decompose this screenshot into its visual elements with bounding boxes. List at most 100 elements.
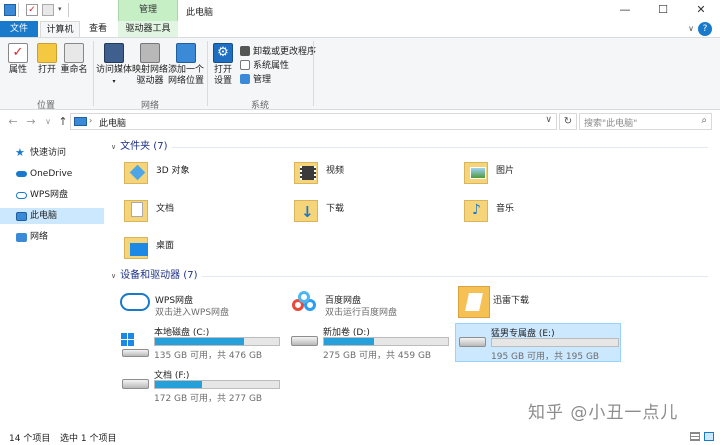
map-drive-label-line1: 映射网络	[132, 65, 169, 75]
sidebar-item-wps[interactable]: WPS网盘	[0, 187, 104, 203]
drive-d[interactable]: 新加卷 (D:) 275 GB 可用，共 459 GB	[288, 323, 458, 361]
folder-pictures[interactable]: 图片	[462, 158, 582, 191]
expand-ribbon-icon[interactable]: ∨	[688, 24, 694, 33]
sidebar-item-onedrive[interactable]: OneDrive	[0, 166, 104, 182]
sidebar-item-quick-access[interactable]: ★ 快速访问	[0, 145, 104, 161]
chevron-down-icon: ∨	[111, 143, 117, 151]
drive-c[interactable]: 本地磁盘 (C:) 135 GB 可用，共 476 GB	[119, 323, 289, 361]
status-bar: 14 个项目 选中 1 个项目	[0, 428, 720, 445]
devices-section-header[interactable]: ∨ 设备和驱动器 (7)	[111, 269, 197, 283]
back-button[interactable]: ←	[6, 115, 20, 129]
forward-button[interactable]: →	[24, 115, 38, 129]
open-label: 打开	[37, 65, 56, 75]
folders-section-header[interactable]: ∨ 文件夹 (7)	[111, 140, 167, 154]
uninstall-programs-button[interactable]: 卸载或更改程序	[240, 44, 316, 57]
computer-icon	[16, 212, 27, 221]
watermark: 知乎 @小丑一点儿	[528, 403, 679, 423]
add-network-location-button[interactable]: 添加一个 网络位置	[168, 43, 204, 87]
folder-3d-objects[interactable]: 3D 对象	[122, 158, 242, 191]
selected-count: 选中 1 个项目	[60, 434, 117, 444]
drive-space-info: 172 GB 可用，共 277 GB	[154, 394, 263, 404]
folder-music[interactable]: ♪ 音乐	[462, 196, 582, 229]
maximize-button[interactable]: ☐	[644, 0, 682, 21]
large-icons-view-icon[interactable]	[704, 432, 714, 441]
wps-cloud-item[interactable]: WPS网盘 双击进入WPS网盘	[120, 289, 280, 319]
properties-quick-icon[interactable]: ✓	[26, 4, 38, 16]
access-media-button[interactable]: 访问媒体 ▾	[96, 43, 132, 87]
access-media-label: 访问媒体	[96, 65, 133, 75]
new-folder-quick-icon[interactable]	[42, 4, 54, 16]
computer-icon	[74, 117, 87, 126]
hard-drive-icon	[459, 337, 486, 347]
system-properties-button[interactable]: 系统属性	[240, 58, 289, 71]
3d-objects-folder-icon	[122, 158, 150, 188]
address-path[interactable]: 此电脑	[99, 116, 126, 129]
folder-name: 桌面	[156, 241, 175, 251]
close-button[interactable]: ✕	[682, 0, 720, 21]
divider	[93, 41, 94, 106]
computer-icon[interactable]	[4, 4, 16, 16]
map-network-drive-button[interactable]: 映射网络 驱动器	[132, 43, 168, 87]
properties-button[interactable]: ✓ 属性	[4, 43, 32, 76]
folder-downloads[interactable]: ↓ 下载	[292, 196, 412, 229]
rename-button[interactable]: 重命名	[60, 43, 88, 76]
navigation-bar: ← → ∨ ↑ › 此电脑 ∨ ↻ 搜索"此电脑" ⌕	[0, 111, 720, 133]
folder-name: 3D 对象	[156, 166, 190, 176]
tab-drive-tools[interactable]: 驱动器工具	[118, 21, 178, 37]
help-button[interactable]: ?	[698, 22, 712, 36]
drive-usage-fill	[324, 338, 374, 345]
network-location-icon	[176, 43, 196, 63]
manage-button[interactable]: 管理	[240, 72, 271, 85]
videos-folder-icon	[292, 158, 320, 188]
sidebar-item-label: OneDrive	[30, 169, 73, 179]
music-folder-icon: ♪	[462, 196, 490, 226]
folder-videos[interactable]: 视频	[292, 158, 412, 191]
map-drive-label-line2: 驱动器	[136, 76, 164, 86]
chevron-right-icon[interactable]: ›	[89, 116, 92, 125]
uninstall-label: 卸载或更改程序	[253, 47, 317, 57]
open-folder-icon	[37, 43, 57, 63]
tab-view[interactable]: 查看	[82, 21, 114, 37]
uninstall-icon	[240, 45, 250, 56]
folder-desktop[interactable]: 桌面	[122, 233, 242, 266]
location-group-label: 位置	[36, 101, 55, 111]
address-bar[interactable]: › 此电脑 ∨	[70, 113, 557, 130]
folder-documents[interactable]: 文档	[122, 196, 242, 229]
search-box[interactable]: 搜索"此电脑" ⌕	[579, 113, 712, 130]
tab-file[interactable]: 文件	[0, 21, 38, 37]
sidebar-item-this-pc[interactable]: 此电脑	[0, 208, 104, 224]
open-button[interactable]: 打开	[33, 43, 61, 76]
address-dropdown-button[interactable]: ∨	[545, 115, 552, 125]
thunder-download-item[interactable]: 迅雷下载	[458, 286, 618, 320]
drive-f[interactable]: 文档 (F:) 172 GB 可用，共 277 GB	[119, 366, 289, 404]
cloud-item-desc: 双击进入WPS网盘	[155, 308, 230, 318]
section-title: 文件夹 (7)	[120, 141, 168, 152]
search-icon[interactable]: ⌕	[701, 115, 707, 126]
search-input[interactable]: 搜索"此电脑"	[584, 116, 637, 129]
add-location-label-line1: 添加一个	[168, 65, 205, 75]
refresh-button[interactable]: ↻	[559, 113, 577, 130]
open-settings-button[interactable]: ⚙ 打开 设置	[210, 43, 236, 87]
minimize-button[interactable]: —	[606, 0, 644, 21]
tab-computer[interactable]: 计算机	[40, 21, 80, 37]
divider	[18, 3, 19, 17]
up-button[interactable]: ↑	[56, 115, 70, 129]
title-bar: ✓ ▾ 管理 此电脑 — ☐ ✕	[0, 0, 720, 21]
folder-name: 视频	[326, 166, 345, 176]
network-icon	[16, 233, 27, 242]
sidebar-item-network[interactable]: 网络	[0, 229, 104, 245]
drive-e[interactable]: 猛男专属盘 (E:) 195 GB 可用，共 195 GB	[455, 323, 621, 362]
recent-locations-button[interactable]: ∨	[41, 115, 55, 129]
baidu-netdisk-item[interactable]: 百度网盘 双击运行百度网盘	[290, 289, 450, 319]
drive-usage-bar	[323, 337, 449, 346]
gear-icon: ⚙	[213, 43, 233, 63]
details-view-icon[interactable]	[690, 432, 700, 441]
folder-name: 图片	[496, 166, 515, 176]
ribbon: ✓ 属性 打开 重命名 位置 访问媒体 ▾ 映射网络 驱动器 添加一个 网络位置 网络…	[0, 37, 720, 111]
navigation-pane: ★ 快速访问 OneDrive WPS网盘 此电脑 网络	[0, 134, 108, 428]
customize-quick-access-icon[interactable]: ▾	[58, 5, 62, 13]
divider	[207, 41, 208, 106]
drive-usage-bar	[154, 337, 280, 346]
baidu-netdisk-icon	[292, 291, 318, 313]
chevron-down-icon: ∨	[111, 272, 117, 280]
